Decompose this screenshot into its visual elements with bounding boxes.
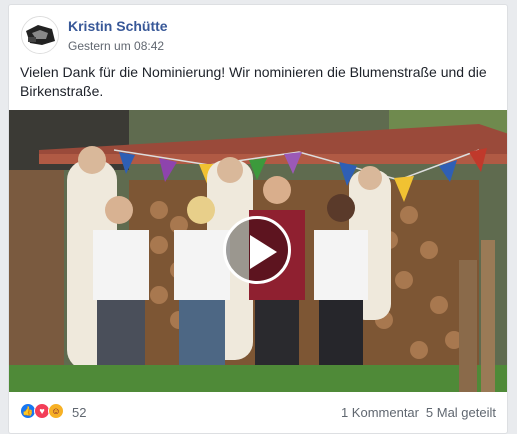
avatar-image [22, 17, 58, 53]
post-timestamp[interactable]: Gestern um 08:42 [68, 39, 164, 53]
author-name[interactable]: Kristin Schütte [68, 18, 168, 34]
haha-icon: ☺ [48, 403, 64, 419]
play-icon [250, 235, 277, 269]
reaction-count: 52 [72, 405, 87, 420]
shares-link[interactable]: 5 Mal geteilt [426, 405, 496, 420]
play-button[interactable] [223, 216, 291, 284]
post-card: Kristin Schütte Gestern um 08:42 Vielen … [8, 4, 508, 434]
post-header: Kristin Schütte Gestern um 08:42 [9, 5, 507, 61]
avatar[interactable] [21, 16, 59, 54]
comments-link[interactable]: 1 Kommentar [341, 405, 419, 420]
video-player[interactable] [9, 110, 507, 392]
post-text: Vielen Dank für die Nominierung! Wir nom… [20, 64, 487, 99]
post-footer: 👍 ♥ ☺ 52 1 Kommentar 5 Mal geteilt [9, 392, 507, 432]
